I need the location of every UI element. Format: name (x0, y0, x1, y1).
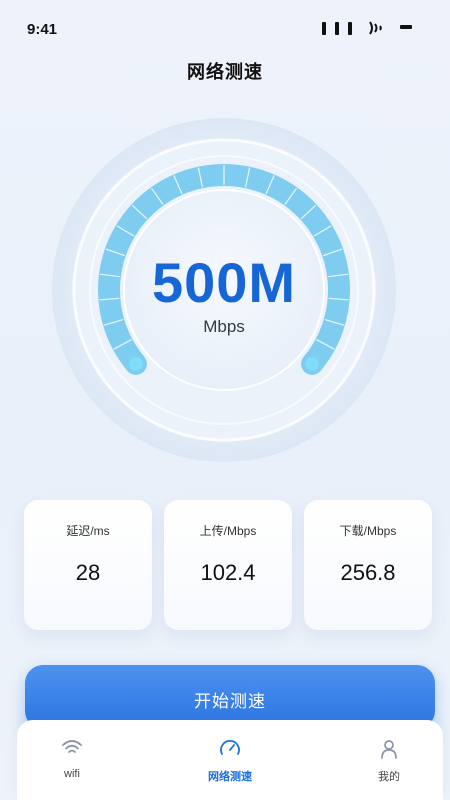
wifi-status-icon (369, 21, 382, 35)
download-card: 下载/Mbps 256.8 (304, 500, 432, 630)
download-value: 256.8 (340, 560, 396, 585)
user-icon (381, 740, 397, 759)
gauge-end-cap (305, 356, 320, 371)
status-icons (322, 19, 412, 37)
page-title: 网络测速 (187, 62, 263, 82)
tab-speed-test[interactable]: 网络测速 (175, 720, 285, 800)
latency-label: 延迟/ms (66, 524, 110, 538)
gauge-start-cap (128, 356, 143, 371)
speedometer-icon (220, 740, 240, 755)
tab-bar: wifi 网络测速 我的 (17, 720, 443, 800)
status-time: 9:41 (27, 21, 58, 38)
tab-speed-test-label: 网络测速 (208, 771, 252, 783)
tab-wifi[interactable]: wifi (17, 720, 127, 800)
upload-card: 上传/Mbps 102.4 (164, 500, 292, 630)
wifi-icon (62, 740, 82, 753)
tab-wifi-label: wifi (64, 768, 80, 780)
tab-profile[interactable]: 我的 (334, 720, 444, 800)
tab-profile-label: 我的 (378, 771, 400, 783)
upload-value: 102.4 (200, 560, 256, 585)
speed-value: 500M (151, 251, 297, 314)
battery-icon (400, 25, 412, 29)
speed-gauge: 500M Mbps (49, 115, 399, 465)
latency-value: 28 (75, 560, 101, 585)
status-bar: 9:41 (0, 0, 450, 58)
speed-unit: Mbps (203, 317, 245, 336)
latency-card: 延迟/ms 28 (24, 500, 152, 630)
download-label: 下载/Mbps (339, 524, 397, 538)
upload-label: 上传/Mbps (199, 524, 257, 538)
